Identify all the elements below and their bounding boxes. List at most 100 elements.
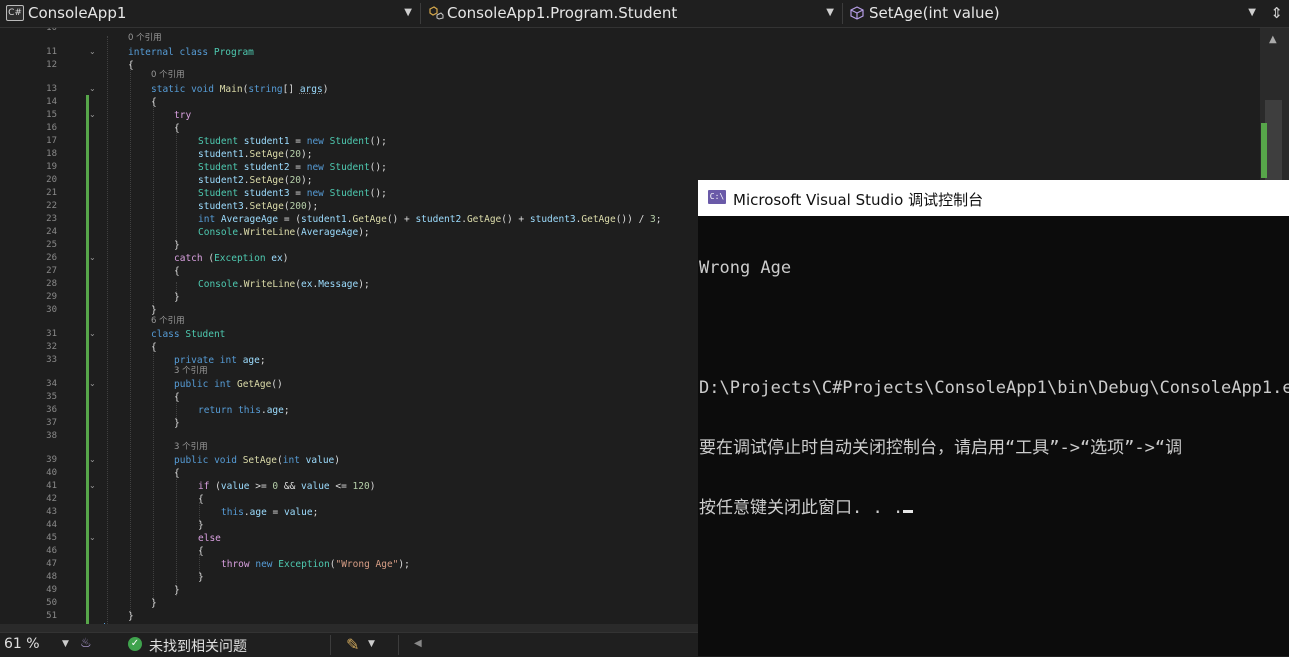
line-number: 35 bbox=[46, 392, 57, 402]
code-line[interactable]: student1.SetAge(20); bbox=[198, 148, 312, 161]
code-line[interactable]: { bbox=[151, 341, 157, 354]
code-line[interactable]: this.age = value; bbox=[221, 506, 318, 519]
code-line[interactable]: } bbox=[198, 571, 204, 584]
code-cleanup-brush-icon[interactable]: ✎ bbox=[346, 635, 359, 654]
fold-chevron-icon[interactable]: ⌄ bbox=[89, 82, 96, 95]
code-line[interactable]: internal class Program bbox=[128, 46, 254, 59]
check-circle-icon: ✓ bbox=[128, 637, 142, 651]
chevron-down-icon: ▼ bbox=[404, 7, 412, 18]
code-line[interactable]: student3.SetAge(200); bbox=[198, 200, 318, 213]
code-line[interactable]: { bbox=[128, 59, 134, 72]
code-line[interactable]: } bbox=[198, 519, 204, 532]
code-line[interactable]: { bbox=[174, 391, 180, 404]
line-number: 16 bbox=[46, 123, 57, 133]
fold-chevron-icon[interactable]: ⌄ bbox=[89, 327, 96, 340]
scroll-left-arrow-icon[interactable]: ◀ bbox=[414, 638, 422, 649]
line-number: 40 bbox=[46, 468, 57, 478]
code-line[interactable]: Student student2 = new Student(); bbox=[198, 161, 387, 174]
codelens-references[interactable]: 0 个引用 bbox=[128, 33, 162, 44]
code-line[interactable]: Console.WriteLine(AverageAge); bbox=[198, 226, 370, 239]
scroll-up-arrow-icon[interactable]: ▲ bbox=[1269, 34, 1277, 45]
fold-chevron-icon[interactable]: ⌄ bbox=[89, 531, 96, 544]
code-line[interactable]: { bbox=[198, 545, 204, 558]
code-line[interactable]: else bbox=[198, 532, 221, 545]
line-number: 26 bbox=[46, 253, 57, 263]
code-line[interactable]: throw new Exception("Wrong Age"); bbox=[221, 558, 410, 571]
line-number: 25 bbox=[46, 240, 57, 250]
console-icon: C:\ bbox=[708, 190, 726, 204]
console-line: ​ bbox=[699, 318, 1289, 338]
line-number: 22 bbox=[46, 201, 57, 211]
fold-chevron-icon[interactable]: ⌄ bbox=[89, 251, 96, 264]
project-dropdown[interactable]: C# ConsoleApp1 ▼ bbox=[0, 2, 418, 24]
split-window-icon[interactable]: ⇕ bbox=[1270, 4, 1283, 22]
code-line[interactable]: } bbox=[174, 584, 180, 597]
code-line[interactable]: try bbox=[174, 109, 191, 122]
intellicode-icon[interactable]: ♨ bbox=[80, 636, 94, 652]
code-line[interactable]: class Student bbox=[151, 328, 225, 341]
line-number: 14 bbox=[46, 97, 57, 107]
code-line[interactable]: } bbox=[174, 417, 180, 430]
console-title-bar[interactable]: C:\ Microsoft Visual Studio 调试控制台 bbox=[698, 180, 1289, 216]
chevron-down-icon[interactable]: ▼ bbox=[62, 639, 69, 649]
code-line[interactable]: return this.age; bbox=[198, 404, 290, 417]
fold-chevron-icon[interactable]: ⌄ bbox=[89, 377, 96, 390]
fold-chevron-icon[interactable]: ⌄ bbox=[89, 108, 96, 121]
code-line[interactable]: catch (Exception ex) bbox=[174, 252, 288, 265]
code-line[interactable]: Student student3 = new Student(); bbox=[198, 187, 387, 200]
issues-status[interactable]: 未找到相关问题 bbox=[149, 636, 247, 656]
chevron-down-icon[interactable]: ▼ bbox=[368, 639, 375, 649]
code-line[interactable]: { bbox=[174, 467, 180, 480]
line-number: 36 bbox=[46, 405, 57, 415]
zoom-level[interactable]: 61 % bbox=[4, 636, 40, 652]
line-number: 15 bbox=[46, 110, 57, 120]
codelens-references[interactable]: 3 个引用 bbox=[174, 442, 208, 453]
line-number: 30 bbox=[46, 305, 57, 315]
code-line[interactable]: Console.WriteLine(ex.Message); bbox=[198, 278, 370, 291]
code-line[interactable]: int AverageAge = (student1.GetAge() + st… bbox=[198, 213, 662, 226]
method-cube-icon bbox=[850, 6, 864, 20]
code-line[interactable]: { bbox=[174, 265, 180, 278]
debug-console-window[interactable]: C:\ Microsoft Visual Studio 调试控制台 Wrong … bbox=[698, 180, 1289, 656]
codelens-references[interactable]: 3 个引用 bbox=[174, 366, 208, 377]
line-number: 11 bbox=[46, 47, 57, 57]
fold-chevron-icon[interactable]: ⌄ bbox=[89, 453, 96, 466]
code-line[interactable]: static void Main(string[] args) bbox=[151, 83, 328, 96]
type-dropdown[interactable]: ConsoleApp1.Program.Student ▼ bbox=[422, 2, 840, 24]
line-number: 34 bbox=[46, 379, 57, 389]
codelens-references[interactable]: 0 个引用 bbox=[151, 70, 185, 81]
console-line: Wrong Age bbox=[699, 258, 792, 278]
code-line[interactable]: Student student1 = new Student(); bbox=[198, 135, 387, 148]
fold-chevron-icon[interactable]: ⌄ bbox=[89, 479, 96, 492]
line-number: 44 bbox=[46, 520, 57, 530]
code-line[interactable]: } bbox=[174, 291, 180, 304]
line-number: 27 bbox=[46, 266, 57, 276]
line-number-gutter: 10 11 12 13 14 15 16 17 18 19 20 21 22 23 24 25 26 27 28 29… bbox=[0, 28, 100, 632]
line-number: 46 bbox=[46, 546, 57, 556]
console-line: 要在调试停止时自动关闭控制台，请启用“工具”->“选项”->“调 bbox=[699, 438, 1183, 458]
line-number: 13 bbox=[46, 84, 57, 94]
horizontal-scrollbar[interactable] bbox=[0, 624, 698, 632]
codelens-references[interactable]: 6 个引用 bbox=[151, 316, 185, 327]
code-line[interactable]: public void SetAge(int value) bbox=[174, 454, 340, 467]
code-line[interactable]: if (value >= 0 && value <= 120) bbox=[198, 480, 375, 493]
code-line[interactable]: } bbox=[174, 239, 180, 252]
line-number: 12 bbox=[46, 60, 57, 70]
scrollbar-thumb[interactable] bbox=[1265, 100, 1282, 182]
fold-chevron-icon[interactable]: ⌄ bbox=[89, 45, 96, 58]
code-line[interactable]: { bbox=[174, 122, 180, 135]
code-line[interactable]: } bbox=[128, 610, 134, 623]
code-line[interactable]: { bbox=[198, 493, 204, 506]
line-number: 41 bbox=[46, 481, 57, 491]
console-line: D:\Projects\C#Projects\ConsoleApp1\bin\D… bbox=[699, 378, 1289, 398]
line-number: 45 bbox=[46, 533, 57, 543]
editor-status-bar: 61 % ▼ ♨ ✓ 未找到相关问题 ✎ ▼ ◀ bbox=[0, 632, 698, 657]
change-marker bbox=[1261, 123, 1267, 178]
class-icon bbox=[428, 6, 444, 20]
member-dropdown[interactable]: SetAge(int value) ▼ bbox=[844, 2, 1262, 24]
code-line[interactable]: public int GetAge() bbox=[174, 378, 283, 391]
code-line[interactable]: { bbox=[151, 96, 157, 109]
code-line[interactable]: } bbox=[151, 597, 157, 610]
line-number: 47 bbox=[46, 559, 57, 569]
code-line[interactable]: student2.SetAge(20); bbox=[198, 174, 312, 187]
